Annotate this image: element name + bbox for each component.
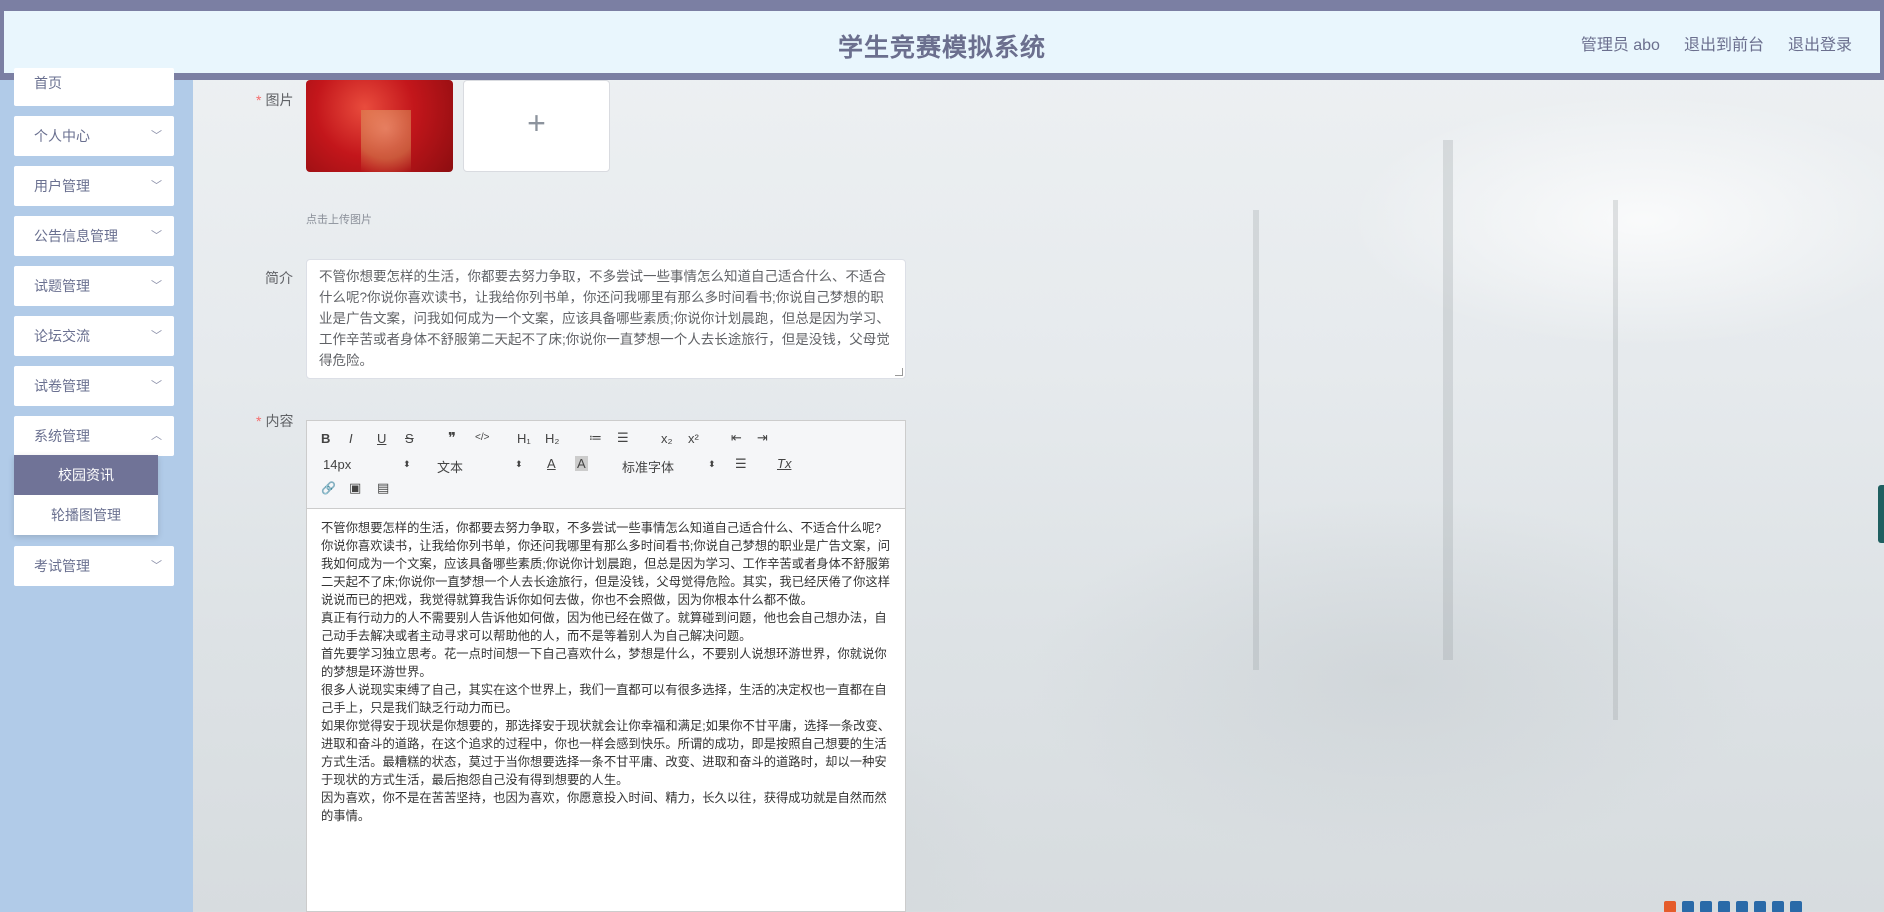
tray-icon bbox=[1754, 901, 1766, 912]
align-icon[interactable]: ☰ bbox=[735, 456, 747, 472]
tray-icon bbox=[1700, 901, 1712, 912]
sidebar-item-label: 用户管理 bbox=[34, 178, 90, 194]
edit-form: * 图片 + 点击上传图片 简介 不管你想要怎样的生活，你都要去努力争取，不多尝试… bbox=[193, 80, 1884, 912]
chevron-down-icon: ﹀ bbox=[151, 280, 162, 292]
chevron-down-icon: ﹀ bbox=[151, 230, 162, 242]
block-type-value: 文本 bbox=[437, 460, 464, 475]
font-size-select[interactable]: 14px ⬍ bbox=[323, 457, 411, 472]
sidebar-item-label: 公告信息管理 bbox=[34, 228, 118, 244]
block-type-select[interactable]: 文本 ⬍ bbox=[437, 457, 523, 476]
header: 学生竞赛模拟系统 管理员 abo 退出到前台 退出登录 bbox=[4, 11, 1880, 73]
sidebar-item-label: 首页 bbox=[34, 75, 62, 91]
sidebar-item-personal-center[interactable]: 个人中心 ﹀ bbox=[14, 116, 174, 156]
sidebar-item-label: 个人中心 bbox=[34, 128, 90, 144]
chevron-down-icon: ﹀ bbox=[151, 180, 162, 192]
tray-icon bbox=[1736, 901, 1748, 912]
font-family-value: 标准字体 bbox=[622, 460, 675, 475]
sidebar-item-forum[interactable]: 论坛交流 ﹀ bbox=[14, 316, 174, 356]
tray-icon bbox=[1664, 901, 1676, 912]
h2-button[interactable]: H₂ bbox=[545, 431, 559, 446]
font-family-select[interactable]: 标准字体 ⬍ bbox=[622, 457, 718, 476]
tray-icon bbox=[1790, 901, 1802, 912]
sidebar-item-home[interactable]: 首页 bbox=[14, 68, 174, 106]
logout-link[interactable]: 退出登录 bbox=[1788, 31, 1852, 55]
uploaded-image-thumbnail[interactable] bbox=[306, 80, 453, 172]
editor-toolbar: B I U S ❞ </> H₁ H₂ ≔ ☰ x₂ x² ⇤ ⇥ 14px ⬍ … bbox=[307, 421, 905, 509]
chevron-down-icon: ﹀ bbox=[151, 130, 162, 142]
link-icon[interactable]: 🔗 bbox=[321, 481, 336, 495]
page-scrollbar-thumb[interactable] bbox=[1878, 485, 1884, 543]
submenu-item-carousel[interactable]: 轮播图管理 bbox=[14, 495, 158, 535]
submenu-system: 校园资讯 轮播图管理 bbox=[14, 455, 158, 535]
bold-button[interactable]: B bbox=[321, 431, 330, 446]
sidebar-item-user-management[interactable]: 用户管理 ﹀ bbox=[14, 166, 174, 206]
italic-button[interactable]: I bbox=[349, 431, 353, 446]
sidebar-item-label: 论坛交流 bbox=[34, 328, 90, 344]
sidebar-item-system[interactable]: 系统管理 ︿ bbox=[14, 416, 174, 456]
intro-label: 简介 bbox=[265, 270, 293, 286]
chevron-up-icon: ︿ bbox=[151, 430, 162, 442]
superscript-button[interactable]: x² bbox=[688, 431, 699, 446]
image-label: * 图片 bbox=[256, 92, 294, 108]
sidebar-item-label: 系统管理 bbox=[34, 428, 90, 444]
indent-icon[interactable]: ⇥ bbox=[757, 430, 768, 446]
sidebar-item-exams[interactable]: 考试管理 ﹀ bbox=[14, 546, 174, 586]
h1-button[interactable]: H₁ bbox=[517, 431, 531, 446]
font-color-icon[interactable]: A bbox=[547, 456, 556, 471]
top-bar: 学生竞赛模拟系统 管理员 abo 退出到前台 退出登录 bbox=[0, 0, 1884, 80]
rich-text-editor: B I U S ❞ </> H₁ H₂ ≔ ☰ x₂ x² ⇤ ⇥ 14px ⬍ … bbox=[306, 420, 906, 912]
sidebar-item-label: 试题管理 bbox=[34, 278, 90, 294]
content-paragraph: 很多人说现实束缚了自己，其实在这个世界上，我们一直都可以有很多选择，生活的决定权… bbox=[321, 683, 887, 715]
content-paragraph: 首先要学习独立思考。花一点时间想一下自己喜欢什么，梦想是什么，不要别人说想环游世… bbox=[321, 647, 887, 679]
chevron-down-icon: ﹀ bbox=[151, 560, 162, 572]
chevron-updown-icon: ⬍ bbox=[403, 459, 411, 469]
blockquote-icon[interactable]: ❞ bbox=[448, 429, 456, 447]
video-icon[interactable]: ▤ bbox=[377, 480, 389, 496]
content-paragraph: 因为喜欢，你不是在苦苦坚持，也因为喜欢，你愿意投入时间、精力，长久以往，获得成功… bbox=[321, 791, 887, 823]
bullet-list-icon[interactable]: ☰ bbox=[617, 430, 629, 446]
back-to-front-link[interactable]: 退出到前台 bbox=[1684, 31, 1764, 55]
sidebar: 首页 个人中心 ﹀ 用户管理 ﹀ 公告信息管理 ﹀ 试题管理 ﹀ 论坛交流 ﹀ 试卷管理 ﹀… bbox=[0, 68, 193, 912]
intro-text: 不管你想要怎样的生活，你都要去努力争取，不多尝试一些事情怎么知道自己适合什么、不… bbox=[319, 269, 890, 368]
chevron-down-icon: ﹀ bbox=[151, 380, 162, 392]
tray-icon bbox=[1682, 901, 1694, 912]
tray-icon bbox=[1772, 901, 1784, 912]
system-tray bbox=[1658, 900, 1884, 912]
outdent-icon[interactable]: ⇤ bbox=[731, 430, 742, 446]
content-paragraph: 真正有行动力的人不需要别人告诉他如何做，因为他已经在做了。就算碰到问题，他也会自… bbox=[321, 611, 887, 643]
sidebar-item-label: 试卷管理 bbox=[34, 378, 90, 394]
content-paragraph: 你说你喜欢读书，让我给你列书单，你还问我哪里有那么多时间看书;你说自己梦想的职业… bbox=[321, 539, 891, 607]
code-block-icon[interactable]: </> bbox=[475, 432, 489, 443]
content-paragraph: 如果你觉得安于现状是你想要的，那选择安于现状就会让你幸福和满足;如果你不甘平庸，… bbox=[321, 719, 891, 787]
content-label: * 内容 bbox=[256, 413, 294, 429]
upload-hint: 点击上传图片 bbox=[306, 214, 372, 226]
font-size-value: 14px bbox=[323, 457, 352, 472]
image-icon[interactable]: ▣ bbox=[349, 480, 361, 496]
strike-button[interactable]: S bbox=[405, 431, 414, 446]
chevron-updown-icon: ⬍ bbox=[708, 459, 716, 469]
chevron-down-icon: ﹀ bbox=[151, 330, 162, 342]
background-color-icon[interactable]: A bbox=[575, 456, 588, 471]
sidebar-item-label: 考试管理 bbox=[34, 558, 90, 574]
intro-textarea[interactable]: 不管你想要怎样的生活，你都要去努力争取，不多尝试一些事情怎么知道自己适合什么、不… bbox=[306, 259, 906, 379]
clear-format-icon[interactable]: Tx bbox=[777, 456, 791, 471]
tray-icon bbox=[1718, 901, 1730, 912]
sidebar-item-papers[interactable]: 试卷管理 ﹀ bbox=[14, 366, 174, 406]
current-user: 管理员 abo bbox=[1580, 37, 1660, 54]
content-paragraph: 不管你想要怎样的生活，你都要去努力争取，不多尝试一些事情怎么知道自己适合什么、不… bbox=[321, 521, 882, 535]
underline-button[interactable]: U bbox=[377, 431, 386, 446]
submenu-item-campus-news[interactable]: 校园资讯 bbox=[14, 455, 158, 495]
subscript-button[interactable]: x₂ bbox=[661, 431, 673, 446]
chevron-updown-icon: ⬍ bbox=[515, 459, 523, 469]
upload-image-button[interactable]: + bbox=[463, 80, 610, 172]
editor-content[interactable]: 不管你想要怎样的生活，你都要去努力争取，不多尝试一些事情怎么知道自己适合什么、不… bbox=[307, 509, 905, 835]
ordered-list-icon[interactable]: ≔ bbox=[589, 430, 602, 446]
header-links: 管理员 abo 退出到前台 退出登录 bbox=[1581, 31, 1852, 55]
resize-handle[interactable] bbox=[895, 368, 903, 376]
sidebar-item-announcement[interactable]: 公告信息管理 ﹀ bbox=[14, 216, 174, 256]
sidebar-item-questions[interactable]: 试题管理 ﹀ bbox=[14, 266, 174, 306]
